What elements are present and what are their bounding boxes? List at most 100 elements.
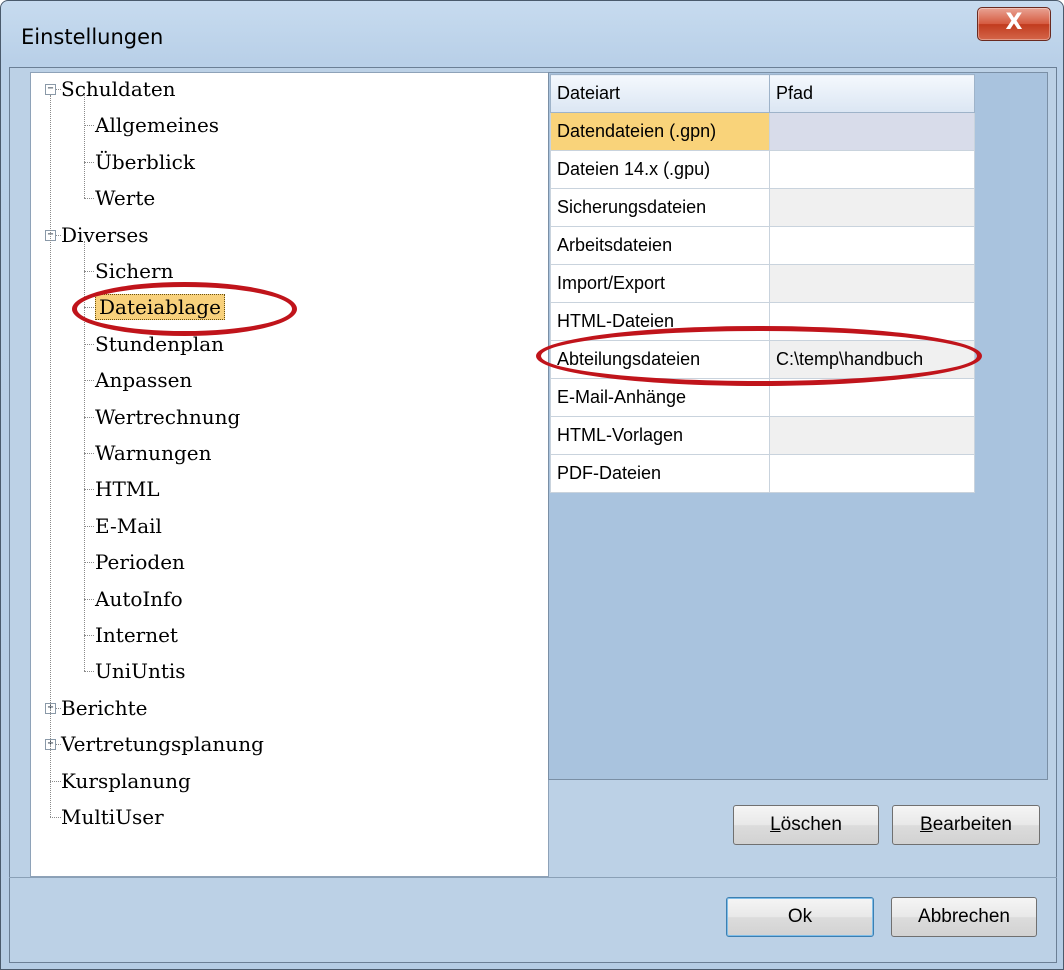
cell-dateiart[interactable]: Datendateien (.gpn) <box>550 112 770 151</box>
table-row[interactable]: Import/Export <box>550 264 975 303</box>
cell-pfad[interactable] <box>769 264 975 303</box>
tree-node-diverses[interactable]: Diverses <box>61 222 149 248</box>
file-location-panel: Dateiart Pfad Datendateien (.gpn) Dateien… <box>548 72 1048 780</box>
cell-pfad[interactable] <box>769 454 975 493</box>
tree-connector <box>56 89 61 90</box>
tree-node-stundenplan[interactable]: Stundenplan <box>95 331 224 357</box>
tree-node-label: Anpassen <box>95 368 193 393</box>
tree-node-vertretungsplanung[interactable]: Vertretungsplanung <box>61 731 264 757</box>
tree-node-label: Überblick <box>95 149 195 174</box>
settings-tree[interactable]: Schuldaten − Allgemeines Überblick Werte Dive… <box>30 72 549 877</box>
tree-connector <box>84 240 85 672</box>
cell-dateiart[interactable]: HTML-Vorlagen <box>550 416 770 455</box>
table-row[interactable]: Dateien 14.x (.gpu) <box>550 150 975 189</box>
tree-node-label: Vertretungsplanung <box>61 732 264 757</box>
tree-connector <box>56 234 61 236</box>
edit-button[interactable]: Bearbeiten <box>892 805 1040 845</box>
tree-connector <box>84 380 94 382</box>
cell-dateiart[interactable]: Abteilungsdateien <box>550 340 770 379</box>
tree-connector <box>84 125 94 127</box>
cell-pfad[interactable] <box>769 188 975 227</box>
tree-node-label: Diverses <box>61 222 149 247</box>
column-header-pfad[interactable]: Pfad <box>769 74 975 113</box>
tree-node-label: MultiUser <box>61 805 164 829</box>
tree-node-berichte[interactable]: Berichte <box>61 695 147 721</box>
table-row[interactable]: Abteilungsdateien C:\temp\handbuch <box>550 340 975 379</box>
tree-connector <box>84 562 94 564</box>
tree-node-label: Internet <box>95 623 178 647</box>
delete-button[interactable]: Löschen <box>733 805 879 845</box>
tree-node-uniuntis[interactable]: UniUntis <box>95 658 186 684</box>
collapse-icon[interactable]: − <box>45 84 56 95</box>
table-row[interactable]: Arbeitsdateien <box>550 226 975 265</box>
tree-node-allgemeines[interactable]: Allgemeines <box>95 112 219 138</box>
cell-pfad[interactable] <box>769 302 975 341</box>
delete-button-mnemonic: L <box>770 814 781 835</box>
cell-pfad[interactable] <box>769 150 975 189</box>
cancel-button[interactable]: Abbrechen <box>891 897 1037 937</box>
tree-node-label: AutoInfo <box>95 586 183 611</box>
cell-pfad[interactable] <box>769 416 975 455</box>
tree-connector <box>50 780 61 782</box>
tree-node-perioden[interactable]: Perioden <box>95 549 185 575</box>
tree-node-warnungen[interactable]: Warnungen <box>95 440 211 466</box>
tree-node-html[interactable]: HTML <box>95 476 160 502</box>
cell-pfad[interactable] <box>769 226 975 265</box>
cell-dateiart[interactable]: Import/Export <box>550 264 770 303</box>
cell-dateiart[interactable]: E-Mail-Anhänge <box>550 378 770 417</box>
table-row[interactable]: PDF-Dateien <box>550 454 975 493</box>
tree-node-überblick[interactable]: Überblick <box>95 149 195 175</box>
dialog-body: Schuldaten − Allgemeines Überblick Werte Dive… <box>9 67 1057 963</box>
tree-node-sichern[interactable]: Sichern <box>95 258 173 284</box>
tree-node-autoinfo[interactable]: AutoInfo <box>95 586 183 612</box>
tree-connector <box>84 95 85 199</box>
cell-dateiart[interactable]: PDF-Dateien <box>550 454 770 493</box>
delete-button-label: öschen <box>780 814 842 835</box>
tree-node-label: Werte <box>95 186 156 211</box>
tree-node-e-mail[interactable]: E-Mail <box>95 513 162 539</box>
table-row[interactable]: Datendateien (.gpn) <box>550 112 975 151</box>
tree-node-dateiablage[interactable]: Dateiablage <box>95 294 225 321</box>
tree-node-label: Allgemeines <box>95 113 220 138</box>
tree-node-schuldaten[interactable]: Schuldaten <box>61 76 176 102</box>
tree-node-label: Perioden <box>95 550 185 575</box>
tree-connector <box>84 598 94 600</box>
footer-separator <box>9 877 1057 878</box>
tree-node-multiuser[interactable]: MultiUser <box>61 804 164 830</box>
tree-connector <box>84 489 94 491</box>
table-row[interactable]: E-Mail-Anhänge <box>550 378 975 417</box>
file-location-grid[interactable]: Dateiart Pfad Datendateien (.gpn) Dateien… <box>550 74 975 493</box>
cell-dateiart[interactable]: Dateien 14.x (.gpu) <box>550 150 770 189</box>
ok-button[interactable]: Ok <box>726 897 874 937</box>
cell-pfad[interactable] <box>769 112 975 151</box>
cell-pfad[interactable]: C:\temp\handbuch <box>769 340 975 379</box>
tree-connector <box>84 198 94 200</box>
column-header-dateiart[interactable]: Dateiart <box>550 74 770 113</box>
table-row[interactable]: HTML-Dateien <box>550 302 975 341</box>
close-icon: X <box>1005 10 1023 35</box>
tree-connector <box>84 271 94 272</box>
tree-node-label: HTML <box>95 477 160 502</box>
tree-connector <box>50 95 51 817</box>
tree-node-kursplanung[interactable]: Kursplanung <box>61 768 191 794</box>
tree-connector <box>84 161 94 163</box>
table-row[interactable]: HTML-Vorlagen <box>550 416 975 455</box>
tree-node-anpassen[interactable]: Anpassen <box>95 367 192 393</box>
window-title: Einstellungen <box>21 25 164 49</box>
tree-connector <box>84 453 94 454</box>
close-button[interactable]: X <box>977 7 1051 41</box>
tree-connector <box>50 817 61 818</box>
tree-connector <box>84 525 94 527</box>
tree-connector <box>56 744 61 746</box>
cell-pfad[interactable] <box>769 378 975 417</box>
tree-node-internet[interactable]: Internet <box>95 622 178 648</box>
tree-node-wertrechnung[interactable]: Wertrechnung <box>95 404 240 430</box>
tree-node-werte[interactable]: Werte <box>95 185 155 211</box>
tree-connector <box>84 635 94 636</box>
cell-dateiart[interactable]: HTML-Dateien <box>550 302 770 341</box>
title-bar[interactable]: Einstellungen X <box>1 1 1063 67</box>
tree-node-label: Kursplanung <box>61 768 191 793</box>
cell-dateiart[interactable]: Arbeitsdateien <box>550 226 770 265</box>
cell-dateiart[interactable]: Sicherungsdateien <box>550 188 770 227</box>
table-row[interactable]: Sicherungsdateien <box>550 188 975 227</box>
